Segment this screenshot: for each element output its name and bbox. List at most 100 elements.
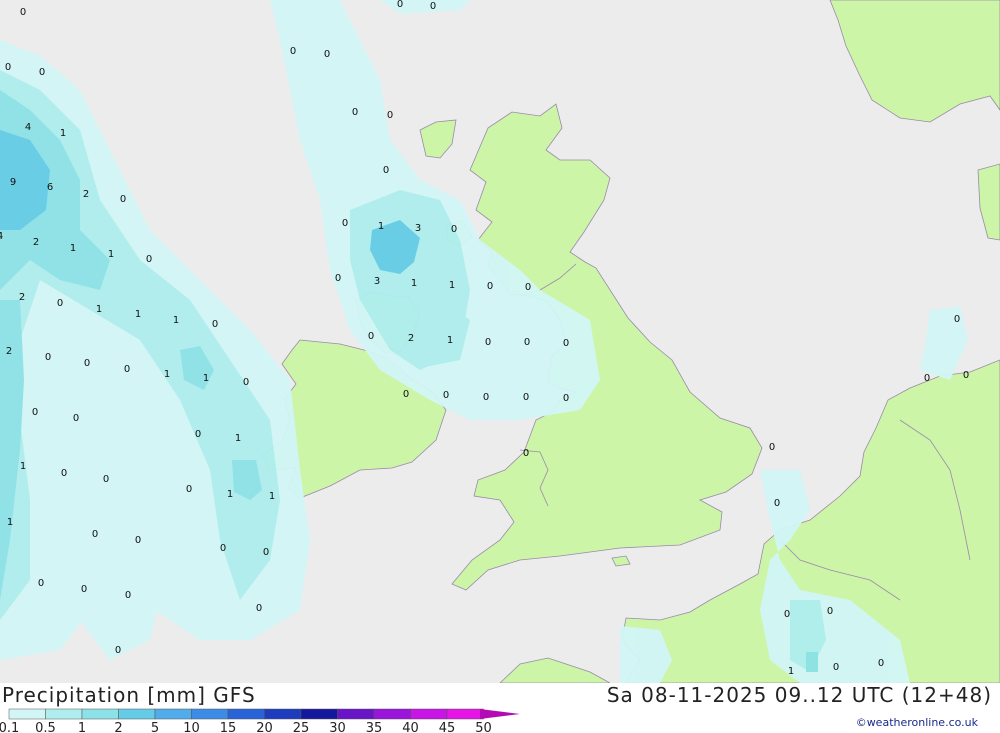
map-label: 0 bbox=[81, 584, 87, 595]
map-label: 3 bbox=[415, 223, 421, 234]
map-label: 0 bbox=[487, 281, 493, 292]
legend-swatch bbox=[264, 708, 302, 720]
map-label: 4 bbox=[0, 231, 3, 242]
map-label: 0 bbox=[387, 110, 393, 121]
map-label: 0 bbox=[103, 474, 109, 485]
map-label: 1 bbox=[227, 489, 233, 500]
map-label: 1 bbox=[173, 315, 179, 326]
map-label: 0 bbox=[525, 282, 531, 293]
map-label: 0 bbox=[195, 429, 201, 440]
forecast-datetime: Sa 08-11-2025 09..12 UTC (12+48) bbox=[606, 683, 992, 707]
legend-label: 50 bbox=[475, 721, 492, 733]
map-label: 1 bbox=[20, 461, 26, 472]
precipitation-legend: 0.1 0.5 1 2 5 10 15 20 25 30 35 40 45 50 bbox=[0, 708, 520, 733]
legend-label: 5 bbox=[151, 721, 159, 733]
map-label: 0 bbox=[32, 407, 38, 418]
map-label: 0 bbox=[383, 165, 389, 176]
map-label: 0 bbox=[963, 370, 969, 381]
map-label: 0 bbox=[833, 662, 839, 673]
precipitation-map[interactable]: 0 0 0 0 0 0 0 0 0 4 1 9 6 2 0 0 1 3 0 4 … bbox=[0, 0, 1000, 683]
map-label: 1 bbox=[164, 369, 170, 380]
map-label: 0 bbox=[878, 658, 884, 669]
map-label: 0 bbox=[115, 645, 121, 656]
legend-swatch bbox=[300, 708, 338, 720]
legend-labels: 0.1 0.5 1 2 5 10 15 20 25 30 35 40 45 50 bbox=[0, 721, 492, 733]
map-label: 0 bbox=[45, 352, 51, 363]
map-label: 1 bbox=[135, 309, 141, 320]
map-label: 0 bbox=[403, 389, 409, 400]
map-label: 1 bbox=[203, 373, 209, 384]
map-label: 1 bbox=[60, 128, 66, 139]
map-label: 0 bbox=[523, 448, 529, 459]
map-label: 0 bbox=[342, 218, 348, 229]
map-label: 0 bbox=[827, 606, 833, 617]
map-label: 0 bbox=[212, 319, 218, 330]
credit-link[interactable]: ©weatheronline.co.uk bbox=[856, 716, 978, 729]
map-label: 0 bbox=[563, 393, 569, 404]
map-label: 0 bbox=[397, 0, 403, 10]
map-label: 2 bbox=[19, 292, 25, 303]
map-label: 1 bbox=[269, 491, 275, 502]
map-label: 0 bbox=[57, 298, 63, 309]
map-label: 0 bbox=[430, 1, 436, 12]
map-label: 0 bbox=[135, 535, 141, 546]
map-label: 0 bbox=[443, 390, 449, 401]
legend-label: 0.1 bbox=[0, 721, 19, 733]
map-label: 0 bbox=[125, 590, 131, 601]
map-label: 1 bbox=[447, 335, 453, 346]
map-label: 0 bbox=[485, 337, 491, 348]
legend-swatches bbox=[8, 708, 484, 720]
legend-arrow bbox=[480, 709, 520, 719]
map-label: 0 bbox=[186, 484, 192, 495]
legend-swatch bbox=[373, 708, 411, 720]
legend-label: 30 bbox=[329, 721, 346, 733]
legend-label: 35 bbox=[366, 721, 383, 733]
map-label: 1 bbox=[411, 278, 417, 289]
map-label: 0 bbox=[451, 224, 457, 235]
map-label: 1 bbox=[449, 280, 455, 291]
map-label: 0 bbox=[368, 331, 374, 342]
map-label: 0 bbox=[774, 498, 780, 509]
map-label: 0 bbox=[92, 529, 98, 540]
map-label: 0 bbox=[563, 338, 569, 349]
map-label: 0 bbox=[120, 194, 126, 205]
map-label: 0 bbox=[124, 364, 130, 375]
map-label: 2 bbox=[408, 333, 414, 344]
map-label: 3 bbox=[374, 276, 380, 287]
map-label: 0 bbox=[483, 392, 489, 403]
map-label: 0 bbox=[924, 373, 930, 384]
map-label: 0 bbox=[324, 49, 330, 60]
legend-swatch bbox=[446, 708, 484, 720]
map-label: 0 bbox=[5, 62, 11, 73]
map-label: 2 bbox=[6, 346, 12, 357]
map-label: 4 bbox=[25, 122, 31, 133]
map-label: 1 bbox=[788, 666, 794, 677]
precip-channel-small bbox=[806, 652, 818, 672]
legend-label: 45 bbox=[439, 721, 456, 733]
legend-label: 10 bbox=[183, 721, 200, 733]
map-label: 2 bbox=[83, 189, 89, 200]
map-label: 0 bbox=[523, 392, 529, 403]
legend-swatch bbox=[45, 708, 83, 720]
legend-label: 40 bbox=[402, 721, 419, 733]
map-label: 0 bbox=[352, 107, 358, 118]
map-label: 0 bbox=[20, 7, 26, 18]
map-label: 0 bbox=[524, 337, 530, 348]
legend-label: 1 bbox=[78, 721, 86, 733]
map-label: 0 bbox=[61, 468, 67, 479]
legend-swatch bbox=[8, 708, 46, 720]
legend-swatch bbox=[118, 708, 156, 720]
map-label: 0 bbox=[263, 547, 269, 558]
map-label: 0 bbox=[73, 413, 79, 424]
legend-label: 15 bbox=[220, 721, 237, 733]
map-label: 0 bbox=[84, 358, 90, 369]
map-label: 9 bbox=[10, 177, 16, 188]
map-label: 0 bbox=[146, 254, 152, 265]
legend-swatch bbox=[154, 708, 192, 720]
map-label: 0 bbox=[38, 578, 44, 589]
legend-swatch bbox=[191, 708, 229, 720]
map-label: 0 bbox=[769, 442, 775, 453]
map-label: 0 bbox=[220, 543, 226, 554]
map-label: 0 bbox=[954, 314, 960, 325]
map-label: 1 bbox=[235, 433, 241, 444]
